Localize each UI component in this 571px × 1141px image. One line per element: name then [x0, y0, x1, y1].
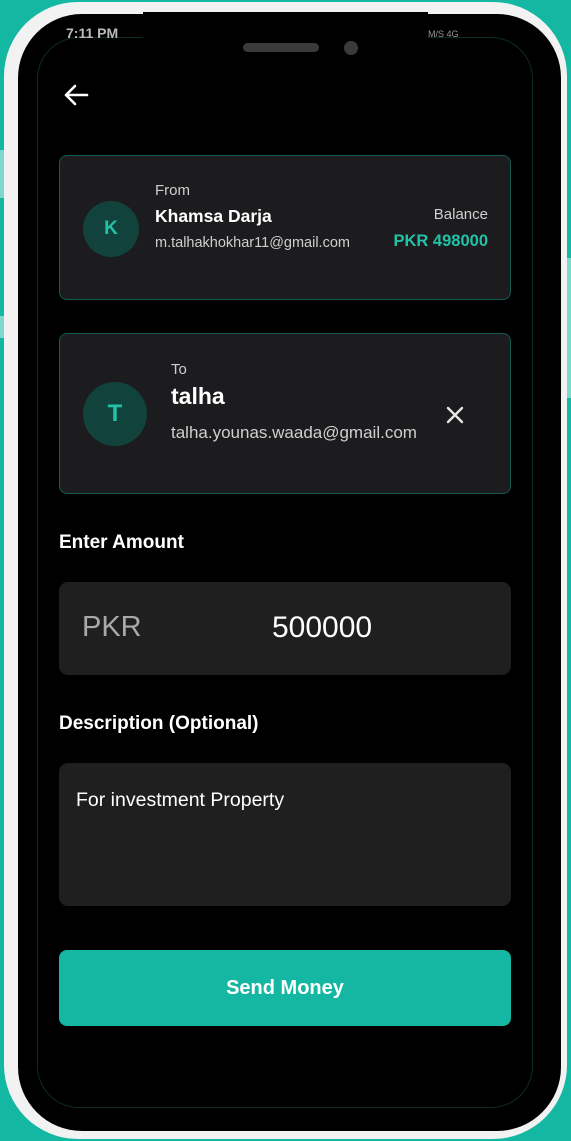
status-time: 7:11 PM [66, 27, 119, 39]
from-label: From [155, 182, 190, 199]
recipient-name: talha [171, 383, 225, 409]
sender-avatar: K [83, 201, 139, 257]
sender-email: m.talhakhokhar11@gmail.com [155, 235, 350, 251]
currency-label: PKR [82, 611, 142, 643]
front-camera [344, 41, 358, 55]
arrow-left-icon [64, 84, 89, 106]
sender-name: Khamsa Darja [155, 206, 272, 226]
back-button[interactable] [60, 79, 92, 111]
send-money-button[interactable]: Send Money [59, 950, 511, 1026]
recipient-email: talha.younas.waada@gmail.com [171, 423, 417, 442]
amount-input[interactable]: PKR 500000 [59, 582, 511, 675]
balance-value: PKR 498000 [393, 232, 488, 250]
status-indicators: M/S 4G [428, 30, 459, 39]
amount-value: 500000 [272, 611, 373, 644]
phone-notch [143, 12, 428, 74]
close-icon [446, 406, 464, 424]
recipient-card[interactable]: T To talha talha.younas.waada@gmail.com [59, 333, 511, 494]
background-stripe [567, 258, 571, 398]
page-background: 7:11 PM M/S 4G K From Khamsa Darja m.tal… [0, 0, 571, 1141]
recipient-avatar: T [83, 382, 147, 446]
speaker-grille [243, 43, 319, 52]
amount-label: Enter Amount [59, 532, 184, 553]
description-input[interactable]: For investment Property [59, 763, 511, 906]
description-label: Description (Optional) [59, 713, 259, 734]
clear-recipient-button[interactable] [440, 400, 470, 430]
to-label: To [171, 361, 187, 378]
description-value: For investment Property [76, 789, 285, 811]
balance-label: Balance [433, 206, 488, 223]
sender-card: K From Khamsa Darja m.talhakhokhar11@gma… [59, 155, 511, 300]
